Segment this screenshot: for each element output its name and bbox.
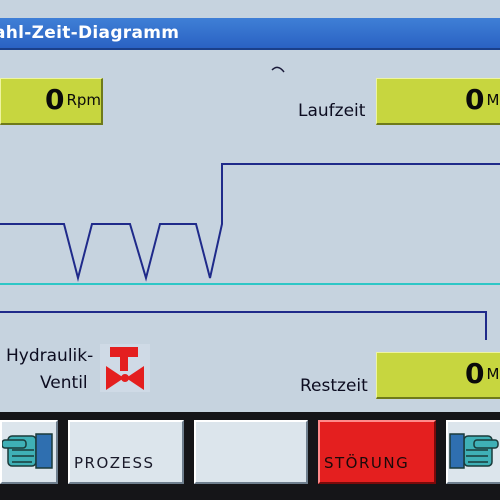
cursor-mark-icon — [271, 66, 285, 73]
next-page-button[interactable] — [446, 420, 500, 484]
speed-display: 0 Rpm — [0, 78, 103, 125]
hmi-screen: ahl-Zeit-Diagramm 0 Rpm Laufzeit 0M Hydra… — [0, 0, 500, 500]
remaining-display: 0M — [376, 352, 500, 399]
prozess-button[interactable]: PROZESS — [68, 420, 184, 484]
window-title: ahl-Zeit-Diagramm — [0, 23, 180, 43]
valve-label-line2: Ventil — [40, 373, 88, 393]
valve-trace-line — [0, 311, 487, 340]
hand-pointing-right-icon — [449, 433, 499, 469]
speed-trace-line — [0, 163, 500, 282]
speed-value: 0 — [44, 83, 65, 116]
runtime-unit: M — [486, 90, 500, 109]
runtime-label: Laufzeit — [298, 101, 366, 121]
prozess-button-label: PROZESS — [74, 454, 155, 472]
valve-label-line1: Hydraulik- — [6, 346, 94, 366]
remaining-unit: M — [486, 364, 500, 383]
blank-function-button[interactable] — [194, 420, 308, 484]
valve-status — [100, 344, 150, 392]
title-bar: ahl-Zeit-Diagramm — [0, 18, 500, 50]
stoerung-button-label: STÖRUNG — [324, 454, 410, 472]
runtime-display: 0M — [376, 78, 500, 125]
speed-unit: Rpm — [66, 90, 101, 109]
hand-pointing-left-icon — [1, 433, 53, 469]
speed-time-chart — [0, 163, 500, 340]
previous-page-button[interactable] — [0, 420, 58, 484]
stoerung-button[interactable]: STÖRUNG — [318, 420, 436, 484]
runtime-value: 0 — [465, 83, 485, 116]
function-key-bar: PROZESS STÖRUNG — [0, 412, 500, 500]
remaining-value: 0 — [465, 357, 485, 390]
remaining-label: Restzeit — [300, 376, 368, 396]
hydraulic-valve-icon — [106, 347, 144, 390]
